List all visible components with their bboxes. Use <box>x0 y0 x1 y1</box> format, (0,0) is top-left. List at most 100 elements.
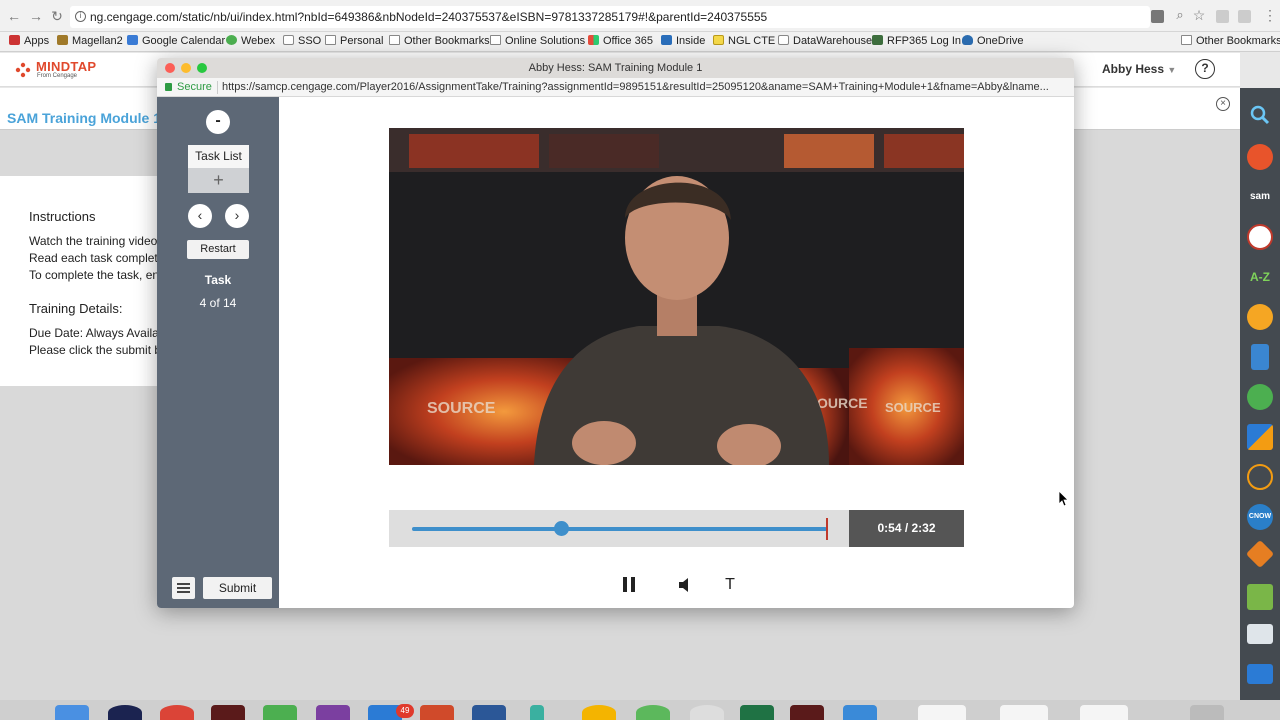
powerpoint-icon[interactable] <box>420 705 454 720</box>
launchpad-icon[interactable] <box>108 705 142 720</box>
briefcase-icon[interactable] <box>1247 664 1273 684</box>
logo-text: MINDTAP <box>36 59 97 74</box>
forward-icon[interactable]: → <box>28 8 44 24</box>
trash-icon[interactable] <box>1190 705 1224 720</box>
video-player[interactable]: SOURCE SOURCE OURCE <box>389 128 964 465</box>
bookmark-inside[interactable]: Inside <box>661 35 705 47</box>
secure-label: Secure <box>177 81 212 93</box>
onenote-icon[interactable] <box>316 705 350 720</box>
app-icon[interactable] <box>790 705 824 720</box>
browser-toolbar: ← → ↻ i ng.cengage.com/static/nb/ui/inde… <box>0 0 1280 32</box>
address-text: ng.cengage.com/static/nb/ui/index.html?n… <box>90 10 768 24</box>
cnow-icon[interactable]: CNOW <box>1247 504 1273 530</box>
collapse-button[interactable]: - <box>206 110 230 134</box>
seek-bar[interactable] <box>389 510 849 547</box>
lock-icon <box>165 83 172 91</box>
plus-icon[interactable]: + <box>188 168 249 193</box>
app-icon[interactable] <box>636 705 670 720</box>
bookmark-ngl-cte[interactable]: NGL CTE <box>713 35 775 47</box>
bookmark-rfp365[interactable]: RFP365 Log In <box>872 35 961 47</box>
close-icon[interactable]: × <box>1216 97 1230 111</box>
restart-button[interactable]: Restart <box>187 240 249 259</box>
office-icon <box>588 35 599 45</box>
hamburger-menu-icon[interactable] <box>172 577 195 599</box>
audio-icon[interactable] <box>1247 464 1273 490</box>
bookmark-calendar[interactable]: Google Calendar <box>127 35 225 47</box>
info-icon[interactable]: i <box>75 11 86 22</box>
photos-icon[interactable] <box>582 705 616 720</box>
chat-icon[interactable] <box>1247 384 1273 410</box>
window-thumbnail[interactable] <box>1080 705 1128 720</box>
bitly-icon[interactable] <box>1247 304 1273 330</box>
reload-icon[interactable]: ↻ <box>49 8 65 24</box>
task-list-button[interactable]: Task List <box>188 145 249 168</box>
app-icon[interactable] <box>211 705 245 720</box>
book-icon[interactable] <box>1251 344 1269 370</box>
chevron-left-icon: ‹ <box>197 207 203 223</box>
bookmark-magellan[interactable]: Magellan2 <box>57 35 123 47</box>
user-menu[interactable]: Abby Hess ▼ <box>1102 62 1176 76</box>
task-progress: 4 of 14 <box>199 296 237 310</box>
search-icon[interactable] <box>1247 102 1273 128</box>
volume-icon[interactable] <box>675 574 695 596</box>
back-icon[interactable]: ← <box>6 8 22 24</box>
help-button[interactable]: ? <box>1195 59 1215 79</box>
task-heading: Task <box>204 273 232 287</box>
video-watermark: OURCE <box>817 395 868 411</box>
bookmark-datawarehouse[interactable]: DataWarehouse <box>778 35 872 47</box>
app-icon[interactable] <box>263 705 297 720</box>
pause-icon[interactable] <box>620 574 640 596</box>
popup-titlebar: Abby Hess: SAM Training Module 1 <box>157 58 1074 78</box>
merriam-webster-icon[interactable] <box>1247 224 1273 250</box>
bookmark-other-right[interactable]: Other Bookmarks <box>1181 35 1280 47</box>
previous-task-button[interactable]: ‹ <box>188 204 212 228</box>
zoom-icon[interactable]: ⌕ <box>1172 7 1188 23</box>
bookmark-apps[interactable]: Apps <box>9 35 49 47</box>
app-icon[interactable] <box>530 705 544 720</box>
app-icon[interactable] <box>690 705 724 720</box>
menu-dots-icon[interactable]: ⋮ <box>1262 7 1278 23</box>
sam-icon[interactable]: sam <box>1247 184 1273 210</box>
seek-progress <box>412 527 827 531</box>
instruction-line: Read each task complete <box>29 251 165 265</box>
window-thumbnail[interactable] <box>1000 705 1048 720</box>
cards-icon[interactable] <box>1247 624 1273 644</box>
extension-icon[interactable] <box>1151 10 1164 23</box>
highlighter-icon[interactable] <box>1247 424 1273 450</box>
finder-icon[interactable] <box>55 705 89 720</box>
close-window-icon[interactable] <box>165 63 175 73</box>
bookmark-other[interactable]: Other Bookmarks <box>389 35 490 47</box>
user-name: Abby Hess <box>1102 62 1165 76</box>
captions-toggle[interactable]: T <box>720 574 740 596</box>
webex-icon <box>226 35 237 45</box>
bookmark-sso[interactable]: SSO <box>283 35 321 47</box>
seek-handle[interactable] <box>554 521 569 536</box>
submit-button[interactable]: Submit <box>203 577 272 599</box>
seek-track[interactable] <box>412 521 827 536</box>
minimize-window-icon[interactable] <box>181 63 191 73</box>
mindtap-mark-icon <box>15 62 31 78</box>
window-thumbnail[interactable] <box>918 705 966 720</box>
extension-icon-3[interactable] <box>1238 10 1251 23</box>
excel-icon[interactable] <box>740 705 774 720</box>
bookmark-office365[interactable]: Office 365 <box>588 35 653 47</box>
chrome-icon[interactable] <box>160 705 194 720</box>
notes-icon[interactable] <box>1247 584 1273 610</box>
logo-subtext: From Cengage <box>37 73 78 79</box>
bookmark-online-solutions[interactable]: Online Solutions <box>490 35 585 47</box>
diamond-icon[interactable] <box>1245 539 1275 569</box>
submit-note: Please click the submit b <box>29 343 162 357</box>
next-task-button[interactable]: › <box>225 204 249 228</box>
bookmark-webex[interactable]: Webex <box>226 35 275 47</box>
bookmark-personal[interactable]: Personal <box>325 35 383 47</box>
a-z-icon[interactable]: A-Z <box>1247 264 1273 290</box>
extension-icon-2[interactable] <box>1216 10 1229 23</box>
address-field[interactable]: i ng.cengage.com/static/nb/ui/index.html… <box>70 6 1150 28</box>
star-icon[interactable]: ☆ <box>1191 7 1207 23</box>
word-icon[interactable] <box>472 705 506 720</box>
maximize-window-icon[interactable] <box>197 63 207 73</box>
rss-icon[interactable] <box>1247 144 1273 170</box>
app-icon[interactable] <box>843 705 877 720</box>
video-watermark: SOURCE <box>427 400 496 417</box>
bookmark-onedrive[interactable]: OneDrive <box>962 35 1023 47</box>
